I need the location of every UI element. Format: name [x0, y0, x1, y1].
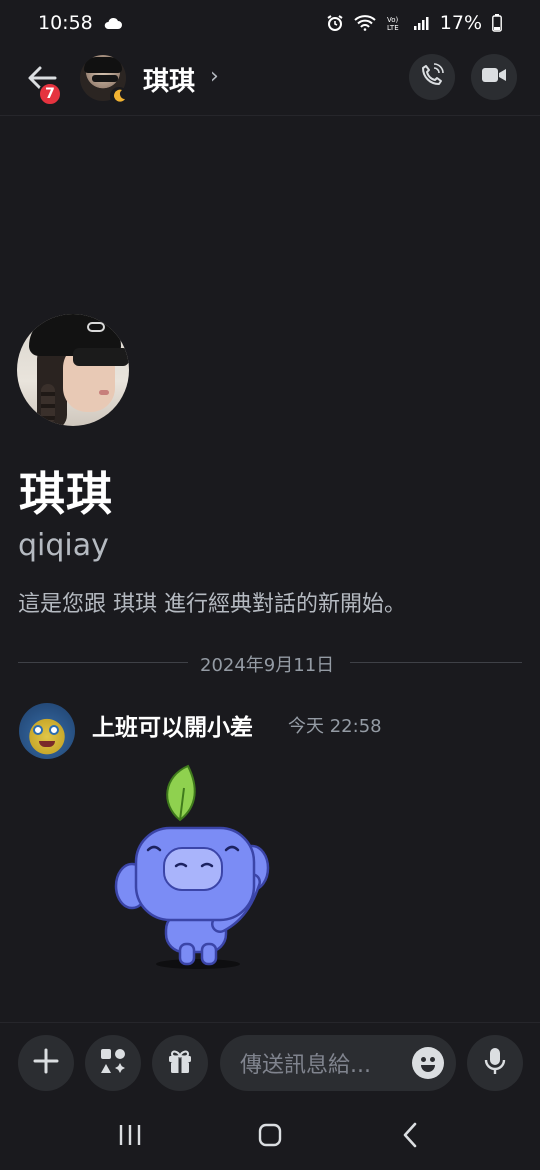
- wifi-icon: [354, 15, 376, 31]
- svg-text:Vo): Vo): [387, 16, 399, 24]
- chat-header: 7 琪琪 ›: [0, 46, 540, 116]
- moon-status-icon: [110, 87, 128, 105]
- gift-button[interactable]: [152, 1035, 208, 1091]
- emoji-icon[interactable]: [412, 1047, 444, 1079]
- header-chevron-icon[interactable]: ›: [210, 64, 219, 89]
- back-icon: [402, 1122, 418, 1152]
- message-author-name[interactable]: 上班可以開小差: [92, 708, 253, 742]
- apps-icon: [99, 1047, 127, 1079]
- profile-avatar[interactable]: [17, 314, 129, 426]
- date-divider-label: 2024年9月11日: [200, 655, 335, 676]
- video-call-icon: [481, 65, 507, 89]
- header-name[interactable]: 琪琪: [143, 61, 195, 98]
- battery-percent: 17%: [439, 12, 482, 34]
- unread-badge: 7: [38, 82, 62, 106]
- status-bar: 10:58 Vo) LTE 17%: [0, 0, 540, 46]
- apps-button[interactable]: [85, 1035, 141, 1091]
- gift-icon: [166, 1047, 194, 1079]
- microphone-icon: [483, 1046, 507, 1080]
- cloud-icon: [103, 16, 123, 30]
- message-composer: 傳送訊息給...: [0, 1022, 540, 1104]
- profile-username: qiqiay: [18, 528, 109, 563]
- status-time: 10:58: [38, 12, 93, 34]
- date-divider-line-left: [18, 662, 188, 663]
- voice-call-button[interactable]: [409, 54, 455, 100]
- voice-call-icon: [420, 63, 444, 91]
- message-input-placeholder: 傳送訊息給...: [240, 1053, 371, 1078]
- home-icon: [258, 1123, 282, 1151]
- conversation-intro-text: 這是您跟 琪琪 進行經典對話的新開始。: [18, 592, 406, 617]
- voice-message-button[interactable]: [467, 1035, 523, 1091]
- plus-icon: [33, 1048, 59, 1078]
- alarm-icon: [326, 14, 344, 32]
- message-timestamp: 今天 22:58: [288, 716, 382, 737]
- svg-text:LTE: LTE: [387, 24, 399, 32]
- message-input[interactable]: 傳送訊息給...: [220, 1035, 456, 1091]
- battery-icon: [492, 14, 502, 32]
- attach-button[interactable]: [18, 1035, 74, 1091]
- system-back-button[interactable]: [380, 1107, 440, 1167]
- wumpus-sticker[interactable]: [112, 764, 276, 974]
- system-nav-bar: [0, 1104, 540, 1170]
- profile-display-name: 琪琪: [19, 467, 113, 521]
- video-call-button[interactable]: [471, 54, 517, 100]
- recent-apps-button[interactable]: [100, 1107, 160, 1167]
- recent-apps-icon: [118, 1124, 142, 1150]
- home-button[interactable]: [240, 1107, 300, 1167]
- date-divider-line-right: [350, 662, 522, 663]
- signal-icon: [413, 16, 430, 30]
- message-author-avatar[interactable]: [19, 703, 75, 759]
- volte-icon: Vo) LTE: [386, 14, 404, 32]
